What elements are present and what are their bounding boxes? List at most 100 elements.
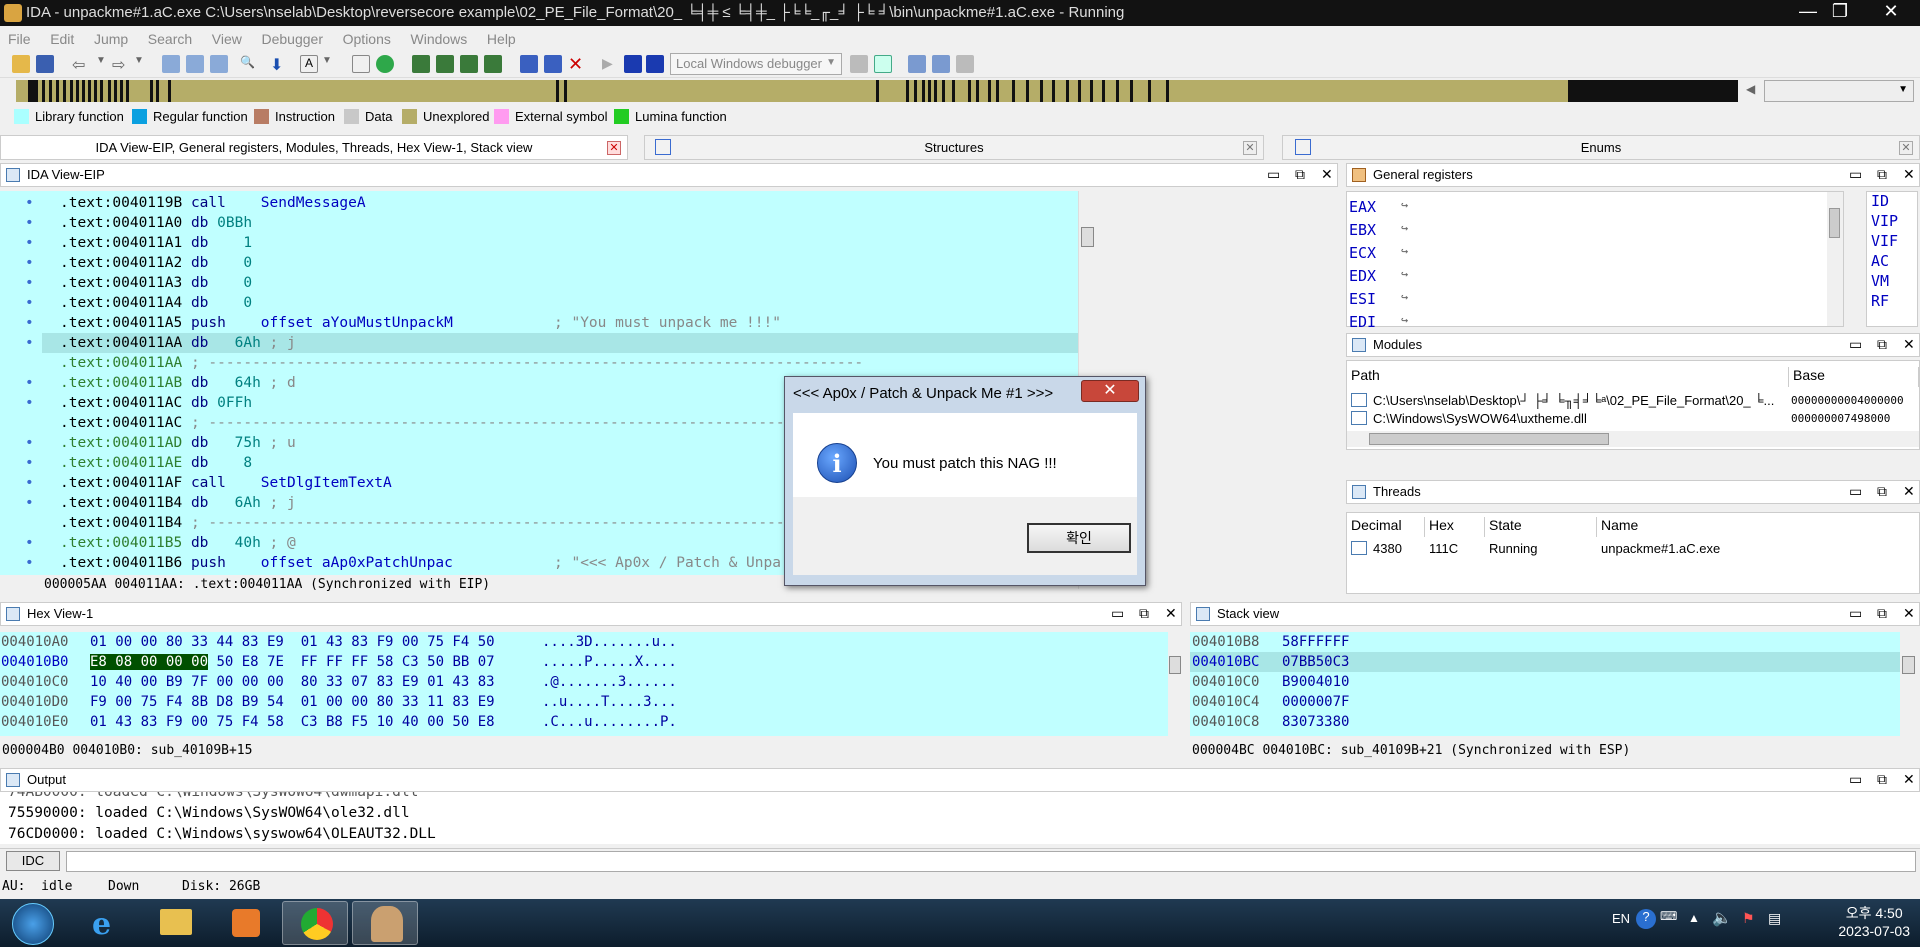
stack-row[interactable]: 004010C8 83073380 [1190, 712, 1900, 732]
tab-debug-views[interactable]: IDA View-EIP, General registers, Modules… [0, 135, 628, 160]
registers-list[interactable]: EAX ↪ EBX ↪ ECX ↪ EDX ↪ ESI ↪ EDI ↪ [1346, 191, 1844, 327]
asm-row[interactable]: • .text:004011A1 db 1 [0, 233, 1078, 253]
run-icon[interactable] [376, 55, 394, 73]
flag-rf[interactable]: RF [1867, 292, 1917, 306]
panel-minimize-icon[interactable]: ▭ [1267, 167, 1280, 181]
panel-restore-icon[interactable]: ⧉ [1877, 167, 1887, 181]
panel-minimize-icon[interactable]: ▭ [1849, 606, 1862, 620]
stack-list[interactable]: 004010B8 58FFFFFF 004010BC 07BB50C3 004010… [1190, 632, 1900, 736]
tree-icon[interactable] [484, 55, 502, 73]
panel-minimize-icon[interactable]: ▭ [1849, 167, 1862, 181]
asm-row[interactable]: • .text:004011A5 push offset aYouMustUnpa… [0, 313, 1078, 333]
stack-row[interactable]: 004010B8 58FFFFFF [1190, 632, 1900, 652]
hex-scrollbar[interactable] [1168, 632, 1182, 754]
segment-select[interactable]: ▼ [1764, 80, 1914, 102]
stop-icon[interactable] [646, 55, 664, 73]
panel-close-icon[interactable]: ✕ [1321, 167, 1333, 181]
flags-list[interactable]: ID VIP VIF AC VM RF [1866, 191, 1918, 327]
panel-minimize-icon[interactable]: ▭ [1111, 606, 1124, 620]
column-name[interactable]: Name [1597, 517, 1919, 537]
show-hidden-icons[interactable]: ▲ [1688, 911, 1700, 925]
hex-dump[interactable]: 004010A0 01 00 00 80 33 44 83 E9 01 43 83… [0, 632, 1168, 736]
registers-scrollbar[interactable] [1827, 192, 1843, 326]
language-indicator[interactable]: EN [1612, 911, 1630, 926]
delete-icon[interactable]: ✕ [568, 55, 586, 73]
hex-row[interactable]: 004010C0 10 40 00 B9 7F 00 00 00 80 33 07… [0, 672, 1168, 692]
column-base[interactable]: Base [1789, 367, 1919, 387]
panel-close-icon[interactable]: ✕ [1903, 167, 1915, 181]
text-dropdown-icon[interactable]: ▼ [322, 55, 340, 73]
close-tab-icon[interactable]: ✕ [1899, 141, 1913, 155]
ie-taskbar-icon[interactable]: e [72, 901, 138, 945]
stack-row-current[interactable]: 004010BC 07BB50C3 [1190, 652, 1900, 672]
action-center-icon[interactable]: ⚑ [1742, 910, 1755, 927]
step-icon[interactable] [874, 55, 892, 73]
panel-close-icon[interactable]: ✕ [1903, 337, 1915, 351]
nav-left-icon[interactable]: ◀ [1746, 82, 1755, 96]
breakpoint-icon[interactable] [520, 55, 538, 73]
menu-options[interactable]: Options [335, 28, 399, 47]
jump-down-icon[interactable]: ⬇ [270, 55, 288, 74]
hex-row[interactable]: 004010D0 F9 00 75 F4 8B D8 B9 54 01 00 00… [0, 692, 1168, 712]
register-ecx[interactable]: ECX ↪ [1349, 244, 1499, 267]
register-eax[interactable]: EAX ↪ [1349, 198, 1499, 221]
panel-close-icon[interactable]: ✕ [1903, 772, 1915, 786]
forward-icon[interactable]: ⇨ [112, 55, 130, 74]
system-clock[interactable]: 오후 4:50 2023-07-03 [1838, 904, 1910, 940]
ida-taskbar-icon[interactable] [352, 901, 418, 945]
thread-decimal[interactable]: 4380 [1351, 541, 1421, 559]
modules-hscrollbar[interactable] [1347, 431, 1919, 447]
graph-icon[interactable] [352, 55, 370, 73]
tab-structures[interactable]: Structures ✕ [644, 135, 1264, 160]
panel-restore-icon[interactable]: ⧉ [1877, 484, 1887, 498]
flag-vip[interactable]: VIP [1867, 212, 1917, 232]
open-icon[interactable] [12, 55, 30, 73]
flag-id[interactable]: ID [1867, 192, 1917, 212]
step-over-icon[interactable] [932, 55, 950, 73]
idc-button[interactable]: IDC [6, 851, 60, 871]
node-icon[interactable] [460, 55, 478, 73]
threads-table[interactable]: Decimal Hex State Name 4380 111C Running… [1346, 512, 1920, 594]
asm-row[interactable]: • .text:004011A2 db 0 [0, 253, 1078, 273]
asm-row[interactable]: • .text:004011A4 db 0 [0, 293, 1078, 313]
asm-row-current[interactable]: • .text:004011AA db 6Ah ; j [25, 333, 1078, 353]
edit-function-icon[interactable] [436, 55, 454, 73]
list-names-icon[interactable] [186, 55, 204, 73]
network-icon[interactable]: ▤ [1768, 910, 1781, 927]
column-decimal[interactable]: Decimal [1347, 517, 1425, 537]
stack-scrollbar[interactable] [1900, 632, 1918, 754]
register-ebx[interactable]: EBX ↪ [1349, 221, 1499, 244]
trace-icon[interactable] [544, 55, 562, 73]
volume-icon[interactable]: 🔈 [1712, 908, 1732, 928]
scroll-thumb[interactable] [1081, 227, 1094, 247]
attach-icon[interactable] [850, 55, 868, 73]
module-row[interactable]: C:\Users\nselab\Desktop\┘ ├╛ ╘╖╡╛╘ᵃ\02_P… [1351, 393, 1787, 411]
modules-table[interactable]: Path Base C:\Users\nselab\Desktop\┘ ├╛ ╘… [1346, 360, 1920, 450]
menu-windows[interactable]: Windows [403, 28, 476, 47]
close-window-button[interactable]: ✕ [1866, 0, 1916, 24]
text-view-icon[interactable]: A [300, 55, 318, 73]
column-path[interactable]: Path [1347, 367, 1789, 387]
panel-restore-icon[interactable]: ⧉ [1295, 167, 1305, 181]
panel-restore-icon[interactable]: ⧉ [1877, 772, 1887, 786]
menu-help[interactable]: Help [479, 28, 524, 47]
flag-ac[interactable]: AC [1867, 252, 1917, 272]
register-edi[interactable]: EDI ↪ [1349, 313, 1499, 327]
asm-row[interactable]: .text:004011AA ; -----------------------… [0, 353, 1078, 373]
list-functions-icon[interactable] [210, 55, 228, 73]
stack-row[interactable]: 004010C0 B9004010 [1190, 672, 1900, 692]
start-button-icon[interactable] [12, 903, 54, 945]
panel-close-icon[interactable]: ✕ [1903, 484, 1915, 498]
menu-debugger[interactable]: Debugger [254, 28, 332, 47]
asm-row[interactable]: • .text:004011A3 db 0 [0, 273, 1078, 293]
start-debug-icon[interactable]: ▶ [602, 55, 620, 73]
column-hex[interactable]: Hex [1425, 517, 1485, 537]
panel-restore-icon[interactable]: ⧉ [1139, 606, 1149, 620]
hex-row-current[interactable]: 004010B0 E8 08 00 00 00 50 E8 7E FF FF FF… [0, 652, 1168, 672]
ok-button[interactable]: 확인 [1027, 523, 1131, 553]
stack-row[interactable]: 004010C4 0000007F [1190, 692, 1900, 712]
panel-minimize-icon[interactable]: ▭ [1849, 772, 1862, 786]
menu-jump[interactable]: Jump [86, 28, 136, 47]
pause-icon[interactable] [624, 55, 642, 73]
close-tab-icon[interactable]: ✕ [607, 141, 621, 155]
